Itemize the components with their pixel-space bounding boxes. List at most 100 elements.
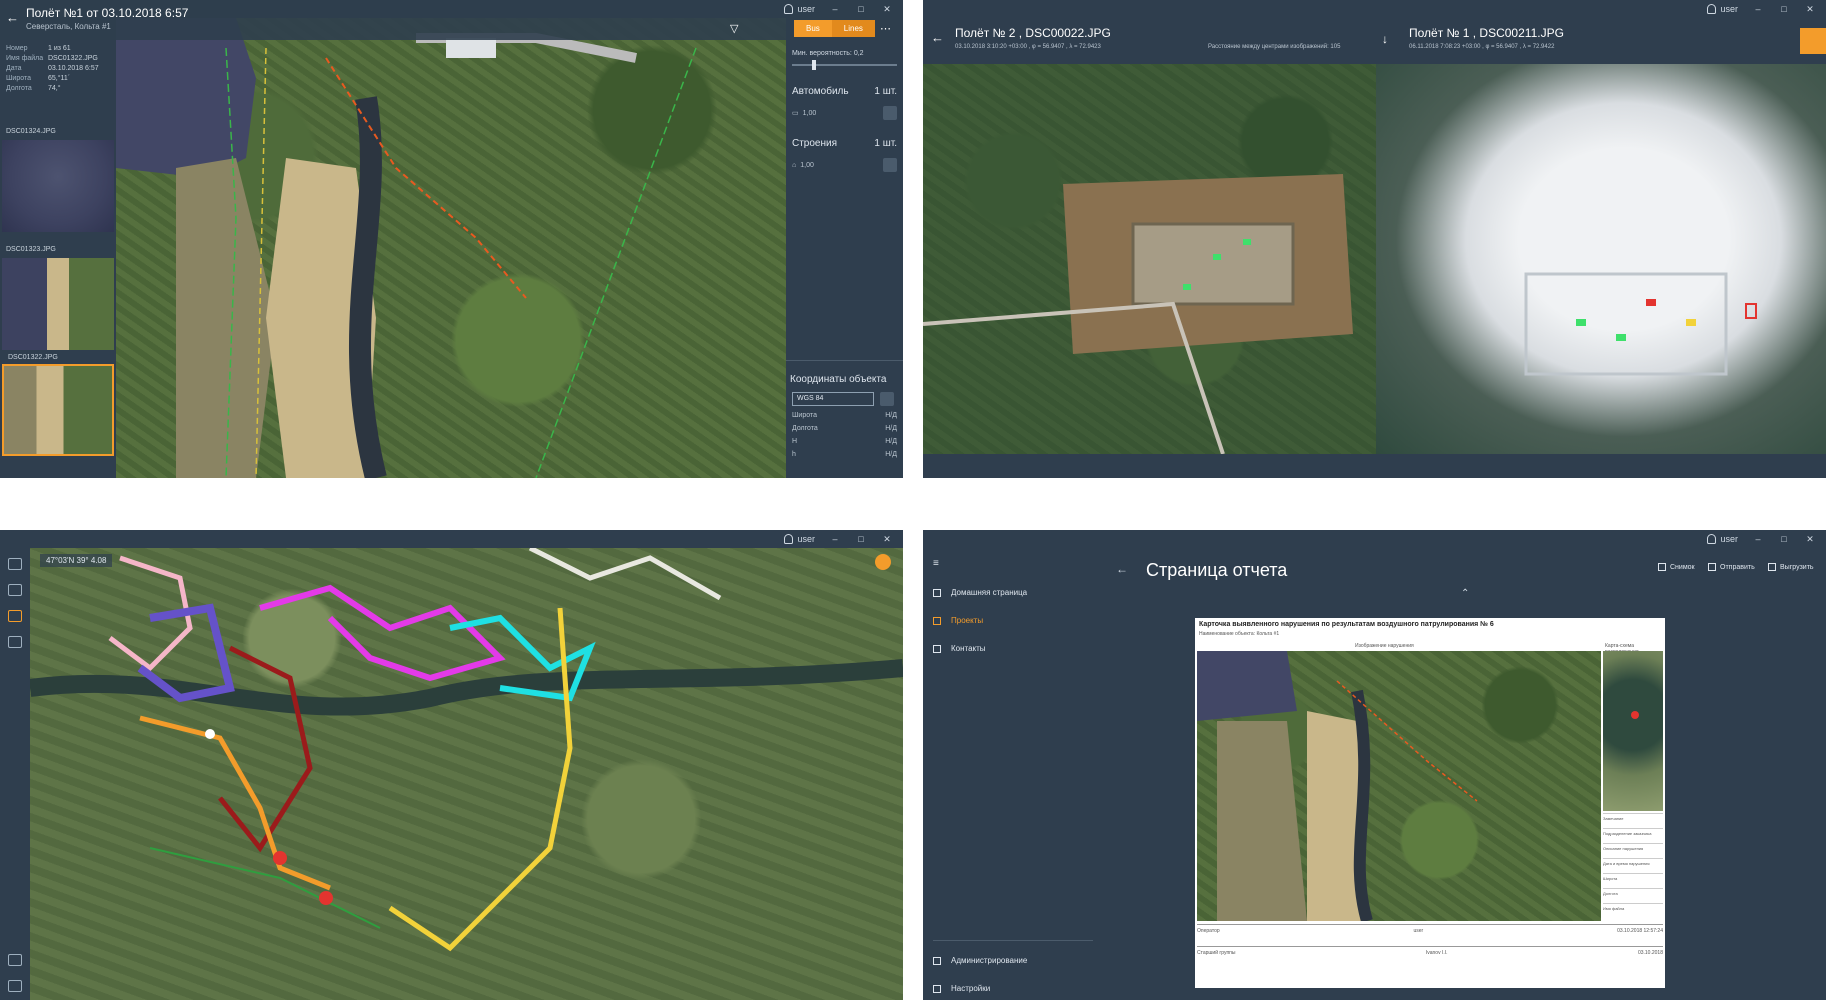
- back-arrow-icon[interactable]: ←: [6, 10, 19, 25]
- route-orange: [139, 715, 331, 891]
- projects-icon[interactable]: [8, 610, 22, 622]
- download-icon[interactable]: ↓: [1382, 32, 1388, 46]
- close-icon[interactable]: ✕: [881, 4, 893, 15]
- nav-projects[interactable]: Проекты: [933, 616, 983, 625]
- user-menu[interactable]: user: [784, 534, 815, 544]
- right-image-overlay: [1524, 272, 1757, 376]
- nav-home[interactable]: Домашняя страница: [933, 588, 1027, 597]
- operator-row: Оператор user 03.10.2018 12:57:24: [1197, 924, 1663, 944]
- comparison-header: ← Полёт № 2 , DSC00022.JPG 03.10.2018 3:…: [923, 0, 1826, 64]
- detection-marker: [1183, 284, 1191, 290]
- mode-toggle: Bus Lines: [794, 20, 875, 37]
- home-icon: [933, 588, 941, 597]
- violation-report-card: Карточка выявленного нарушения по резуль…: [1195, 618, 1665, 988]
- route-green: [149, 847, 381, 929]
- contacts-icon: [933, 644, 941, 653]
- minimize-icon[interactable]: –: [829, 534, 841, 544]
- route-map[interactable]: [30, 548, 903, 1000]
- right-aerial-image[interactable]: [1376, 64, 1826, 454]
- routes-overlay: [30, 548, 903, 952]
- right-image-title: Полёт № 1 , DSC00211.JPG: [1409, 26, 1564, 40]
- settings-icon[interactable]: [8, 980, 22, 992]
- menu-icon[interactable]: [8, 558, 22, 570]
- category-row[interactable]: Автомобиль 1 шт.: [792, 86, 897, 97]
- close-icon[interactable]: ✕: [1804, 534, 1816, 545]
- minimize-icon[interactable]: –: [829, 4, 841, 14]
- chevron-up-icon[interactable]: ⌃: [1461, 588, 1469, 599]
- pad-outline: [1131, 222, 1295, 306]
- detection-item[interactable]: ▭ 1,00: [792, 106, 897, 120]
- layers-button[interactable]: [1800, 28, 1826, 54]
- thumbnail[interactable]: DSC01324.JPG: [2, 128, 114, 232]
- delete-icon[interactable]: [883, 106, 897, 120]
- close-icon[interactable]: ✕: [1804, 4, 1816, 15]
- card-title: Карточка выявленного нарушения по резуль…: [1199, 621, 1494, 628]
- crs-select[interactable]: WGS 84: [792, 392, 874, 406]
- user-menu[interactable]: user: [1707, 534, 1738, 544]
- send-button[interactable]: Отправить: [1708, 563, 1755, 571]
- detection-item[interactable]: ⌂ 1,00: [792, 158, 897, 172]
- violation-image: [1197, 651, 1601, 921]
- minimize-icon[interactable]: –: [1752, 534, 1764, 544]
- field-label: Долгота: [1603, 888, 1663, 902]
- admin-icon: [933, 956, 941, 965]
- map-overlay: [116, 18, 697, 478]
- coord-row: Широта Н/Д: [792, 412, 897, 419]
- flight-subtitle: Северсталь, Кольта #1: [26, 22, 111, 31]
- category-row[interactable]: Строения 1 шт.: [792, 138, 897, 149]
- page-title: Страница отчета: [1146, 560, 1288, 580]
- minimize-icon[interactable]: –: [1752, 4, 1764, 14]
- settings-icon: [933, 984, 941, 993]
- thumbnail-image: [2, 258, 114, 350]
- route-magenta: [259, 584, 506, 682]
- mode-lines-button[interactable]: Lines: [831, 20, 875, 37]
- user-menu[interactable]: user: [784, 4, 815, 14]
- aerial-image[interactable]: [116, 18, 786, 478]
- maximize-icon[interactable]: □: [855, 4, 867, 14]
- menu-icon[interactable]: ≡: [933, 558, 939, 569]
- river: [348, 96, 387, 478]
- lake-area: [116, 18, 256, 178]
- contacts-icon[interactable]: [8, 636, 22, 648]
- maximize-icon[interactable]: □: [1778, 4, 1790, 14]
- user-menu[interactable]: user: [1707, 4, 1738, 14]
- left-aerial-image[interactable]: [923, 64, 1376, 454]
- close-icon[interactable]: ✕: [881, 534, 893, 545]
- thumbnail[interactable]: DSC01323.JPG: [2, 246, 114, 350]
- slider-thumb[interactable]: [812, 60, 816, 70]
- field-label: Замечание: [1603, 813, 1663, 827]
- flight-title: Полёт №1 от 03.10.2018 6:57: [26, 6, 189, 20]
- mail-icon: [1708, 563, 1716, 571]
- copy-icon[interactable]: [880, 392, 894, 406]
- export-button[interactable]: Выгрузить: [1768, 563, 1814, 571]
- violation-image-overlay: [1197, 651, 1478, 921]
- maximize-icon[interactable]: □: [855, 534, 867, 544]
- locate-button[interactable]: [875, 554, 891, 570]
- route-white: [528, 548, 722, 601]
- admin-icon[interactable]: [8, 954, 22, 966]
- window-controls: user – □ ✕: [784, 0, 903, 18]
- side-toolbar: [0, 530, 30, 1000]
- thumbnail-selected[interactable]: DSC01322.JPG: [2, 354, 114, 456]
- nav-admin[interactable]: Администрирование: [933, 956, 1027, 965]
- more-icon[interactable]: ⋯: [880, 22, 891, 35]
- field-label: Описание нарушения: [1603, 843, 1663, 857]
- filter-icon[interactable]: ▽: [730, 22, 738, 35]
- snapshot-button[interactable]: Снимок: [1658, 563, 1695, 571]
- distance-info: Расстояние между центрами изображений: 1…: [1208, 44, 1341, 50]
- image-column-header: Изображение нарушения: [1355, 643, 1414, 649]
- probability-slider[interactable]: [792, 60, 897, 70]
- thumbnail-image: [4, 366, 112, 454]
- object-coordinates-title: Координаты объекта: [790, 374, 887, 385]
- mode-bus-button[interactable]: Bus: [794, 20, 832, 37]
- back-arrow-icon[interactable]: ←: [1116, 562, 1128, 576]
- panel-report-page: ≡ Домашняя страница Проекты Контакты Адм…: [923, 530, 1826, 1000]
- nav-contacts[interactable]: Контакты: [933, 644, 986, 653]
- detection-marker: [1616, 334, 1626, 341]
- maximize-icon[interactable]: □: [1778, 534, 1790, 544]
- delete-icon[interactable]: [883, 158, 897, 172]
- nav-settings[interactable]: Настройки: [933, 984, 990, 993]
- home-icon[interactable]: [8, 584, 22, 596]
- min-probability-label: Мин. вероятность: 0,2: [792, 50, 864, 57]
- back-arrow-icon[interactable]: ←: [931, 30, 944, 45]
